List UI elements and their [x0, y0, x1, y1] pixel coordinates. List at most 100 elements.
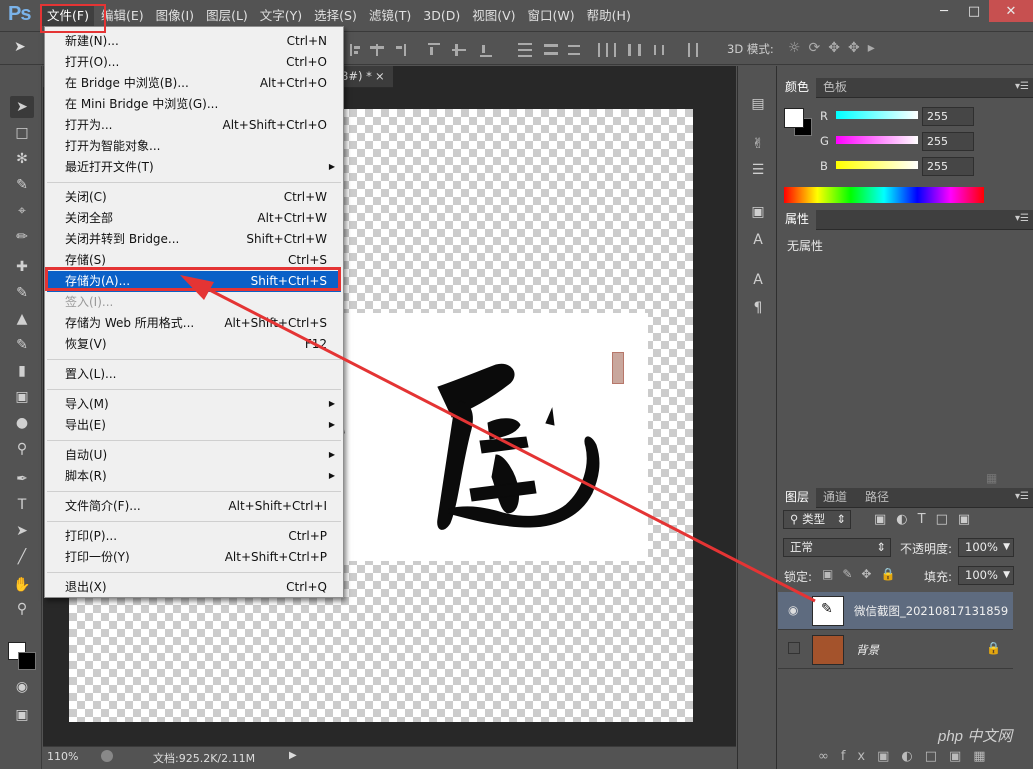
background-color-swatch[interactable]	[18, 652, 36, 670]
opacity-input[interactable]: 100% ▼	[958, 538, 1014, 557]
pen-tool-icon[interactable]: ✒	[10, 468, 34, 490]
tab-close-icon[interactable]: ×	[375, 69, 385, 83]
healing-brush-tool-icon[interactable]: ✚	[10, 256, 34, 278]
eyedropper-tool-icon[interactable]: ✏	[10, 226, 34, 248]
zoom-level[interactable]: 110%	[47, 750, 78, 763]
file-menu-item[interactable]: 打印一份(Y) Alt+Shift+Ctrl+P	[47, 547, 341, 568]
move-tool-option-icon[interactable]: ➤	[14, 39, 32, 57]
line-tool-icon[interactable]: ╱	[10, 546, 34, 568]
fg-color-swatch[interactable]	[784, 108, 804, 128]
file-menu-item[interactable]: 导出(E) ▶	[47, 415, 341, 436]
paragraph-panel-icon[interactable]: ¶	[748, 298, 768, 318]
status-menu-arrow-icon[interactable]: ▶	[289, 750, 297, 761]
layer-name[interactable]: 微信截图_20210817131859	[854, 603, 1008, 619]
file-menu-item[interactable]: 导入(M) ▶	[47, 394, 341, 415]
dodge-tool-icon[interactable]: ⚲	[10, 438, 34, 460]
layers-bottom-icons[interactable]: ∞fx▣◐□▣▦	[818, 749, 998, 764]
menu-help[interactable]: 帮助(H)	[582, 6, 636, 26]
type-tool-icon[interactable]: T	[10, 494, 34, 516]
tab-color[interactable]: 颜色	[778, 78, 817, 98]
move-tool-icon[interactable]: ➤	[10, 96, 34, 118]
screen-mode-icon[interactable]: ▣	[10, 704, 34, 726]
3d-mode-icons[interactable]: ☼⟳✥✥▸	[788, 40, 883, 56]
close-window-icon[interactable]: ✕	[989, 0, 1033, 22]
history-panel-icon[interactable]: ▤	[748, 94, 768, 114]
g-slider[interactable]	[836, 136, 918, 144]
tab-swatches[interactable]: 色板	[816, 78, 854, 98]
blend-mode-dropdown[interactable]: 正常 ⇕	[783, 538, 891, 557]
file-menu-item[interactable]: 文件简介(F)... Alt+Shift+Ctrl+I	[47, 496, 341, 517]
file-menu-item[interactable]: 关闭并转到 Bridge... Shift+Ctrl+W	[47, 229, 341, 250]
visibility-toggle[interactable]	[788, 642, 800, 654]
file-menu-item[interactable]: 在 Mini Bridge 中浏览(G)...	[47, 94, 341, 115]
g-value-input[interactable]: 255	[922, 132, 974, 151]
status-info-icon[interactable]	[101, 750, 113, 762]
menu-image[interactable]: 图像(I)	[151, 6, 199, 26]
zoom-tool-icon[interactable]: ⚲	[10, 598, 34, 620]
layer-name[interactable]: 背景	[856, 642, 879, 658]
panel-menu-icon[interactable]: ▾☰	[1015, 213, 1029, 224]
menu-filter[interactable]: 滤镜(T)	[364, 6, 416, 26]
file-menu-item[interactable]: 最近打开文件(T) ▶	[47, 157, 341, 178]
hand-tool-icon[interactable]: ✋	[10, 574, 34, 596]
file-menu-item[interactable]: 打印(P)... Ctrl+P	[47, 526, 341, 547]
brush-panel-icon[interactable]: ✌	[748, 134, 768, 154]
actions-panel-icon[interactable]: A	[748, 230, 768, 250]
maximize-icon[interactable]: □	[959, 0, 989, 22]
brush-tool-icon[interactable]: ✎	[10, 282, 34, 304]
menu-window[interactable]: 窗口(W)	[523, 6, 580, 26]
file-menu-item[interactable]: 退出(X) Ctrl+Q	[47, 577, 341, 598]
file-menu-item[interactable]: 恢复(V) F12	[47, 334, 341, 355]
file-menu-item[interactable]: 脚本(R) ▶	[47, 466, 341, 487]
eye-icon[interactable]: ◉	[788, 603, 798, 617]
menu-3d[interactable]: 3D(D)	[418, 6, 465, 26]
layer-filter-icons[interactable]: ▣◐T□▣	[874, 512, 980, 527]
file-menu-item[interactable]: 存储为 Web 所用格式... Alt+Shift+Ctrl+S	[47, 313, 341, 334]
quick-mask-icon[interactable]: ◉	[10, 676, 34, 698]
tab-properties[interactable]: 属性	[778, 210, 817, 230]
color-spectrum-ramp[interactable]	[784, 187, 984, 203]
eraser-tool-icon[interactable]: ▮	[10, 360, 34, 382]
tab-channels[interactable]: 通道	[816, 488, 854, 508]
file-menu-item[interactable]: 打开为智能对象...	[47, 136, 341, 157]
marquee-tool-icon[interactable]: □	[10, 122, 34, 144]
layer-row-selected[interactable]: ◉ ✎ 微信截图_20210817131859	[778, 592, 1013, 630]
menu-select[interactable]: 选择(S)	[309, 6, 362, 26]
fill-input[interactable]: 100% ▼	[958, 566, 1014, 585]
file-menu-item[interactable]: 新建(N)... Ctrl+N	[47, 31, 341, 52]
path-select-tool-icon[interactable]: ➤	[10, 520, 34, 542]
panel-menu-icon[interactable]: ▾☰	[1015, 491, 1029, 502]
clone-source-icon[interactable]: ▣	[748, 202, 768, 222]
tool-presets-icon[interactable]: ☰	[748, 160, 768, 180]
file-menu-item[interactable]: 关闭(C) Ctrl+W	[47, 187, 341, 208]
gradient-tool-icon[interactable]: ▣	[10, 386, 34, 408]
layer-filter-dropdown[interactable]: ⚲ 类型 ⇕	[783, 510, 851, 529]
crop-tool-icon[interactable]: ⌖	[10, 200, 34, 222]
lasso-tool-icon[interactable]: ✻	[10, 148, 34, 170]
trash-icon[interactable]: ▦	[986, 471, 997, 485]
r-slider[interactable]	[836, 111, 918, 119]
file-menu-item[interactable]: 打开(O)... Ctrl+O	[47, 52, 341, 73]
file-menu-item[interactable]: 置入(L)...	[47, 364, 341, 385]
layer-row-background[interactable]: 背景 🔒	[778, 631, 1013, 669]
file-menu-item[interactable]: 关闭全部 Alt+Ctrl+W	[47, 208, 341, 229]
character-panel-icon[interactable]: A	[748, 270, 768, 290]
menu-type[interactable]: 文字(Y)	[255, 6, 307, 26]
minimize-icon[interactable]: ─	[929, 0, 959, 22]
b-slider[interactable]	[836, 161, 918, 169]
quick-select-tool-icon[interactable]: ✎	[10, 174, 34, 196]
blur-tool-icon[interactable]: ●	[10, 412, 34, 434]
align-distribute-icons[interactable]	[348, 41, 718, 59]
lock-icons[interactable]: ▣✎✥🔒	[822, 567, 904, 581]
r-value-input[interactable]: 255	[922, 107, 974, 126]
b-value-input[interactable]: 255	[922, 157, 974, 176]
file-menu-item[interactable]: 在 Bridge 中浏览(B)... Alt+Ctrl+O	[47, 73, 341, 94]
file-menu-item[interactable]: 自动(U) ▶	[47, 445, 341, 466]
menu-view[interactable]: 视图(V)	[467, 6, 520, 26]
menu-layer[interactable]: 图层(L)	[201, 6, 253, 26]
history-brush-tool-icon[interactable]: ✎	[10, 334, 34, 356]
tab-paths[interactable]: 路径	[858, 488, 896, 508]
panel-menu-icon[interactable]: ▾☰	[1015, 81, 1029, 92]
tab-layers[interactable]: 图层	[778, 488, 817, 508]
file-menu-item[interactable]: 打开为... Alt+Shift+Ctrl+O	[47, 115, 341, 136]
